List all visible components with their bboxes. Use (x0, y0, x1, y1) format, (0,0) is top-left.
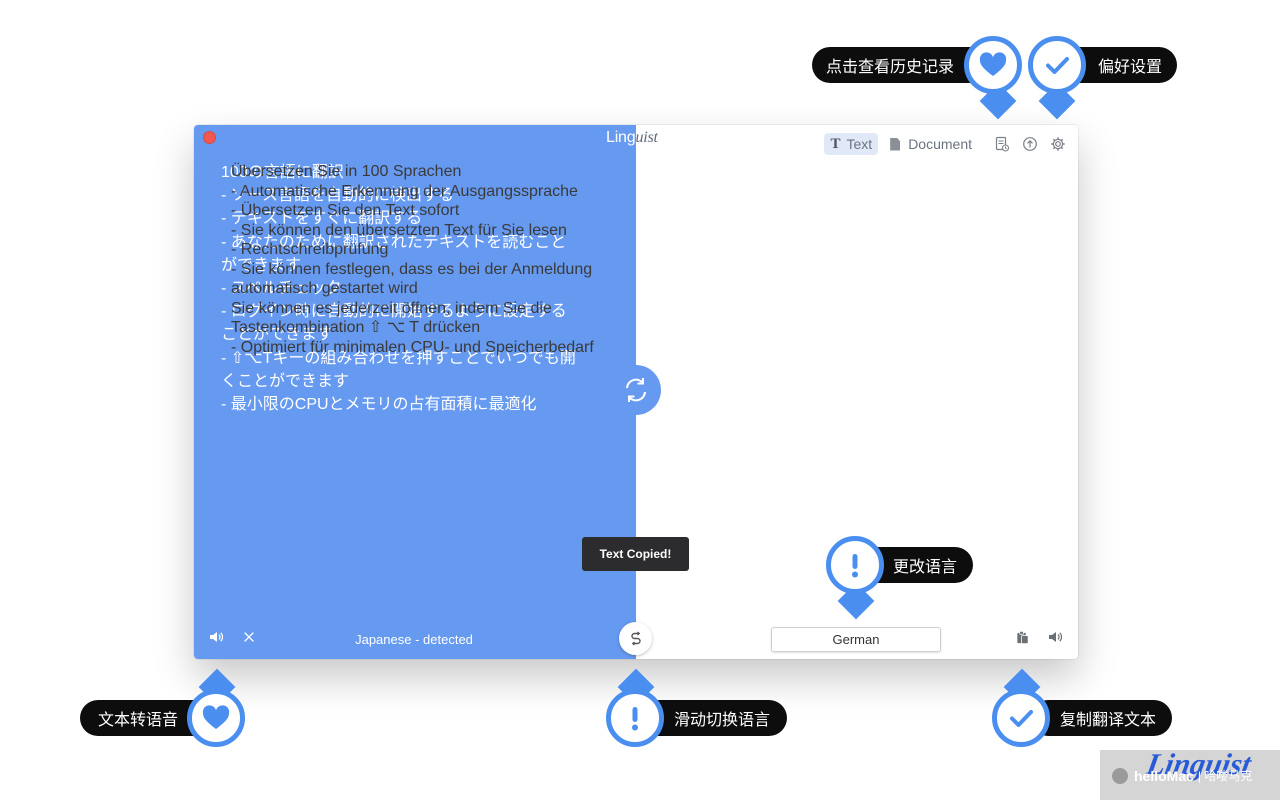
translation-text-area[interactable]: Übersetzen Sie in 100 Sprachen - Automat… (231, 162, 626, 357)
hellomac-site-sub: | 哈喽马克 (1197, 769, 1253, 783)
target-language-selector[interactable]: German (771, 627, 941, 652)
callout-change-language-label: 更改语言 (893, 559, 958, 576)
slide-switch-button[interactable] (619, 622, 652, 655)
refresh-icon (626, 378, 646, 402)
settings-button[interactable] (1048, 134, 1068, 154)
swap-languages-button[interactable] (611, 365, 661, 415)
callout-copy-translation-label: 复制翻译文本 (1060, 712, 1157, 729)
callout-copy-translation-bubble (992, 689, 1050, 747)
tab-text[interactable]: T Text (824, 133, 879, 155)
source-language-label[interactable]: Japanese - detected (314, 632, 514, 647)
clipboard-icon (1016, 630, 1028, 644)
history-icon (995, 136, 1010, 152)
tab-document-label: Document (908, 136, 972, 152)
clear-source-button[interactable] (239, 627, 259, 647)
speaker-icon (210, 632, 224, 642)
tab-document[interactable]: Document (884, 133, 978, 155)
app-title-script: uist (635, 129, 658, 146)
callout-copy-translation: 复制翻译文本 (1030, 700, 1172, 736)
tab-text-label: Text (846, 136, 873, 152)
history-button[interactable] (992, 134, 1012, 154)
close-icon (244, 632, 254, 642)
app-title: Linguist (606, 129, 658, 147)
speaker-icon (1049, 632, 1063, 642)
share-button[interactable] (1020, 134, 1040, 154)
window-close-button[interactable] (203, 131, 216, 144)
callout-text-to-speech-bubble (187, 689, 245, 747)
callout-swipe-switch-bubble (606, 689, 664, 747)
share-up-icon (1023, 137, 1037, 151)
callout-text-to-speech-label: 文本转语音 (98, 712, 179, 729)
hellomac-logo: helloMac | 哈喽马克 (1112, 767, 1252, 784)
hellomac-mark-icon (1112, 767, 1128, 784)
toolbar: T Text Document (824, 132, 1078, 156)
callout-preferences-label: 偏好设置 (1098, 59, 1163, 76)
hellomac-site: helloMac (1134, 767, 1194, 784)
heart-icon (202, 705, 230, 729)
speak-source-button[interactable] (206, 627, 226, 647)
callout-history-label: 点击查看历史记录 (826, 59, 955, 76)
copy-translation-button[interactable] (1012, 627, 1032, 647)
heart-icon (979, 52, 1007, 76)
gear-icon (1051, 137, 1065, 151)
app-title-main: Ling (606, 129, 636, 146)
switch-arrows-icon (630, 631, 641, 645)
callout-change-language-bubble (826, 536, 884, 594)
callout-history-bubble (964, 36, 1022, 94)
text-copied-toast: Text Copied! (582, 537, 689, 571)
exclamation-icon (852, 554, 858, 578)
speak-translation-button[interactable] (1045, 627, 1065, 647)
branding-watermark: Linguist helloMac | 哈喽马克 (1100, 748, 1280, 800)
text-tab-icon: T (830, 135, 841, 152)
checkmark-icon (1046, 57, 1069, 74)
callout-preferences-bubble (1028, 36, 1086, 94)
exclamation-icon (632, 707, 638, 731)
checkmark-icon (1010, 710, 1033, 727)
document-icon (890, 137, 901, 151)
callout-swipe-switch-label: 滑动切换语言 (674, 712, 771, 729)
